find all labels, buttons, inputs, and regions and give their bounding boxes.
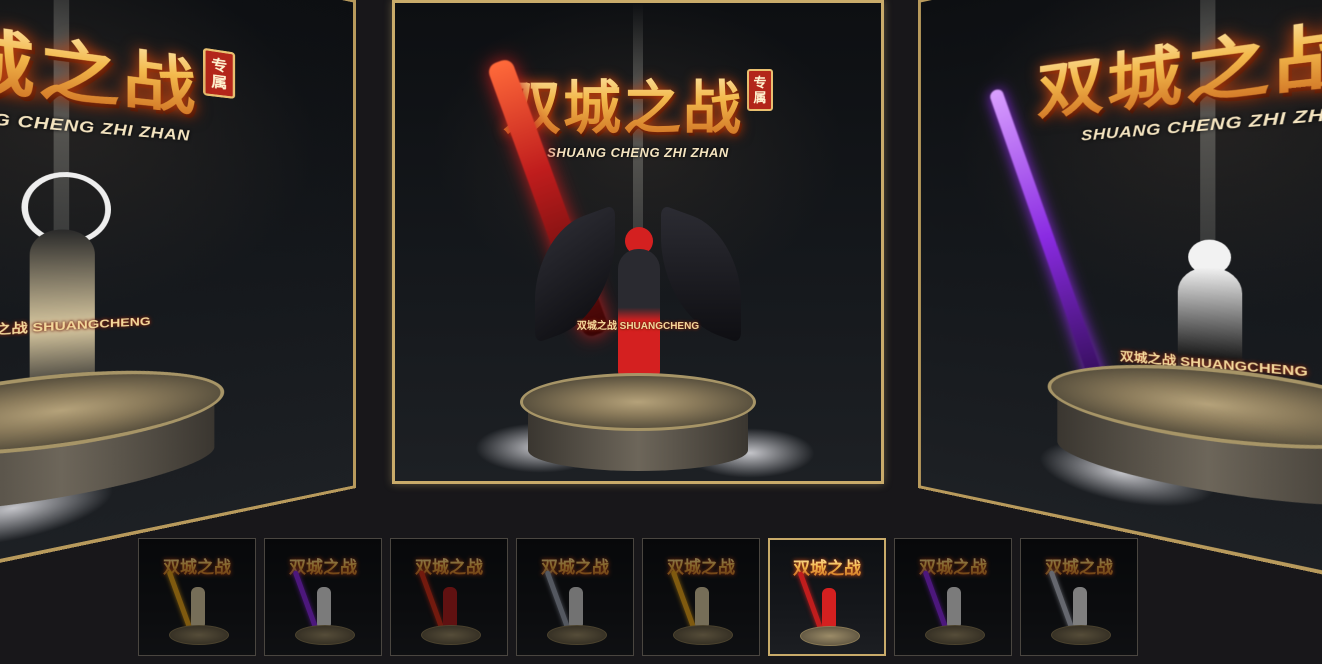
logo-tag: 专属 [747, 69, 773, 111]
thumbnail-8[interactable]: 双城之战 [1020, 538, 1138, 656]
carousel-stage: 双城之战 专属 SHUANG CHENG ZHI ZHAN 双城之战 SHUANG… [0, 0, 1322, 655]
logo-title: 双城之战 [0, 0, 198, 128]
logo-subtitle: SHUANG CHENG ZHI ZHAN [547, 145, 729, 160]
thumbnail-2[interactable]: 双城之战 [264, 538, 382, 656]
game-logo: 双城之战专属 SHUANG CHENG ZHI ZHAN [921, 0, 1322, 157]
thumbnail-7[interactable]: 双城之战 [894, 538, 1012, 656]
thumbnail-weapon [797, 571, 824, 631]
thumbnail-pedestal [800, 626, 860, 646]
thumbnail-dim-overlay [139, 539, 255, 655]
carousel-card-center[interactable]: 双城之战 专属 SHUANG CHENG ZHI ZHAN 双城之战 SHUANG… [392, 0, 884, 484]
logo-title: 双城之战 [503, 61, 743, 145]
logo-tag: 专属 [203, 47, 236, 99]
thumbnail-dim-overlay [895, 539, 1011, 655]
thumbnail-strip: 双城之战 双城之战 双城之战 双城之战 双城之战 双城之战 双城之战 双城之战 [138, 538, 1138, 656]
thumbnail-3[interactable]: 双城之战 [390, 538, 508, 656]
thumbnail-6[interactable]: 双城之战 [768, 538, 886, 656]
thumbnail-dim-overlay [391, 539, 507, 655]
game-logo: 双城之战专属 SHUANG CHENG ZHI ZHAN [395, 61, 881, 160]
game-logo: 双城之战专属 SHUANG CHENG ZHI ZHAN [0, 0, 353, 157]
thumbnail-dim-overlay [1021, 539, 1137, 655]
thumbnail-dim-overlay [643, 539, 759, 655]
thumbnail-dim-overlay [517, 539, 633, 655]
character-body [618, 249, 660, 379]
thumbnail-5[interactable]: 双城之战 [642, 538, 760, 656]
thumbnail-figure [822, 588, 836, 628]
thumbnail-4[interactable]: 双城之战 [516, 538, 634, 656]
pedestal [520, 373, 756, 473]
character-nametag: 双城之战 SHUANGCHENG [576, 321, 700, 332]
thumbnail-logo: 双城之战 [770, 554, 884, 579]
thumbnail-dim-overlay [265, 539, 381, 655]
thumbnail-1[interactable]: 双城之战 [138, 538, 256, 656]
character-figure: 双城之战 SHUANGCHENG [535, 204, 741, 399]
